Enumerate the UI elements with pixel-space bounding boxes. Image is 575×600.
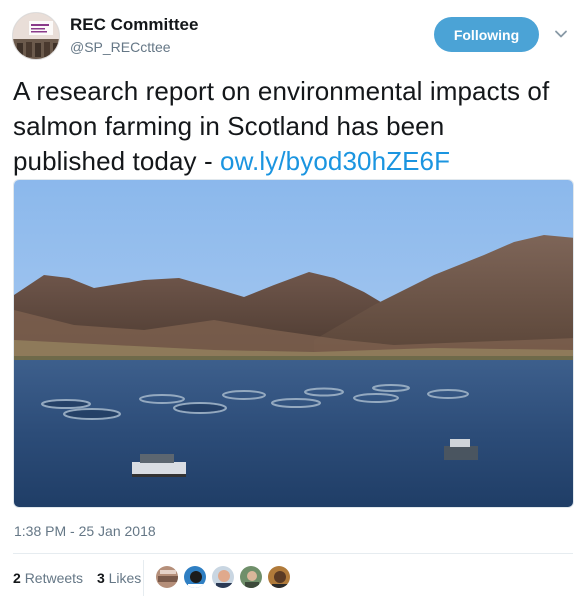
likes-count: 3 bbox=[96, 570, 105, 586]
liker-avatar[interactable] bbox=[155, 565, 179, 589]
account-handle[interactable]: @SP_RECcttee bbox=[70, 39, 171, 55]
likes-label: Likes bbox=[108, 570, 142, 586]
liker-avatar[interactable] bbox=[239, 565, 263, 589]
tweet-photo[interactable] bbox=[13, 179, 574, 508]
tweet-stats: 2 Retweets 3 Likes bbox=[13, 570, 151, 586]
following-button[interactable]: Following bbox=[434, 17, 539, 52]
liker-avatar[interactable] bbox=[183, 565, 207, 589]
retweets-count: 2 bbox=[13, 570, 21, 586]
tweet-text: A research report on environmental impac… bbox=[13, 74, 563, 179]
divider bbox=[13, 553, 573, 554]
retweets-stat[interactable]: 2 Retweets bbox=[13, 570, 83, 586]
liker-avatar[interactable] bbox=[267, 565, 291, 589]
retweets-label: Retweets bbox=[24, 570, 84, 586]
account-avatar[interactable] bbox=[12, 12, 60, 60]
tweet-timestamp[interactable]: 1:38 PM - 25 Jan 2018 bbox=[14, 523, 156, 539]
display-name[interactable]: REC Committee bbox=[70, 15, 198, 35]
liker-avatar[interactable] bbox=[211, 565, 235, 589]
stats-separator bbox=[143, 560, 144, 596]
tweet-link[interactable]: ow.ly/byod30hZE6F bbox=[220, 146, 450, 176]
chevron-down-icon[interactable] bbox=[554, 27, 568, 41]
likes-stat[interactable]: 3 Likes bbox=[97, 570, 141, 586]
tweet-header: REC Committee @SP_RECcttee Following bbox=[0, 0, 575, 66]
